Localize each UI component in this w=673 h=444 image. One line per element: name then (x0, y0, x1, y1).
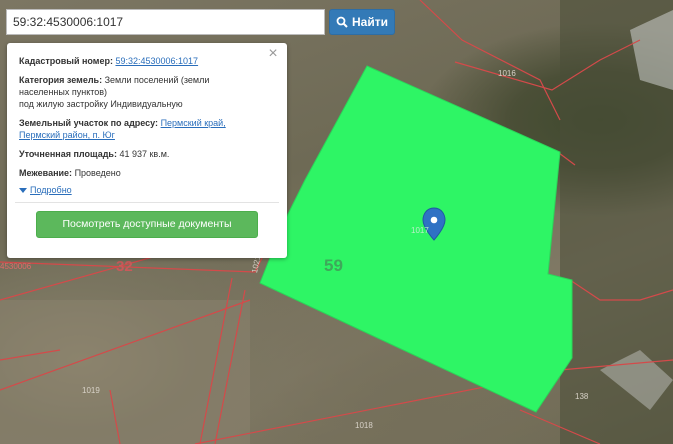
cadastral-number-link[interactable]: 59:32:4530006:1017 (115, 56, 198, 66)
land-category-value-1: Земли поселений (земли (104, 75, 210, 85)
field-area (0, 300, 250, 444)
address-label: Земельный участок по адресу: (19, 118, 159, 128)
parcel-number-label: 1019 (82, 386, 100, 395)
parcel-number-label: 1016 (498, 69, 516, 78)
land-category-value-2: населенных пунктов) (19, 87, 108, 97)
land-category-label: Категория земель: (19, 75, 103, 85)
survey-value: Проведено (74, 168, 121, 178)
area-value: 41 937 кв.м. (119, 149, 170, 159)
cadastral-number-row: Кадастровый номер: 59:32:4530006:1017 (19, 55, 275, 67)
parcel-number-label: 138 (575, 392, 589, 401)
quarter-number-label: 59 (324, 256, 343, 275)
address-link-2[interactable]: Пермский район, п. Юг (19, 130, 115, 140)
view-documents-button[interactable]: Посмотреть доступные документы (36, 211, 258, 238)
marker-code-label: 1017 (411, 226, 429, 235)
quarter-code-label: 4530006 (0, 262, 32, 271)
land-category-value-3: под жилую застройку Индивидуальную (19, 99, 183, 109)
land-category-row: Категория земель: Земли поселений (земли… (19, 74, 275, 110)
divider (15, 202, 279, 203)
cadastral-number-label: Кадастровый номер: (19, 56, 113, 66)
address-row: Земельный участок по адресу: Пермский кр… (19, 117, 275, 141)
survey-row: Межевание: Проведено (19, 167, 275, 179)
details-link[interactable]: Подробно (30, 184, 72, 196)
address-link-1[interactable]: Пермский край, (161, 118, 226, 128)
district-number-label: 32 (116, 258, 133, 275)
caret-down-icon (19, 187, 27, 193)
parcel-info-popup: × Кадастровый номер: 59:32:4530006:1017 … (7, 43, 287, 258)
area-label: Уточненная площадь: (19, 149, 117, 159)
parcel-polygon[interactable] (259, 65, 573, 413)
search-icon (336, 16, 348, 28)
parcel-number-label: 1018 (355, 421, 373, 430)
search-button-label: Найти (352, 15, 388, 29)
survey-label: Межевание: (19, 168, 73, 178)
search-input[interactable] (6, 9, 325, 35)
details-toggle[interactable]: Подробно (19, 184, 275, 196)
search-button[interactable]: Найти (329, 9, 395, 35)
area-row: Уточненная площадь: 41 937 кв.м. (19, 148, 275, 160)
close-icon[interactable]: × (267, 46, 279, 62)
